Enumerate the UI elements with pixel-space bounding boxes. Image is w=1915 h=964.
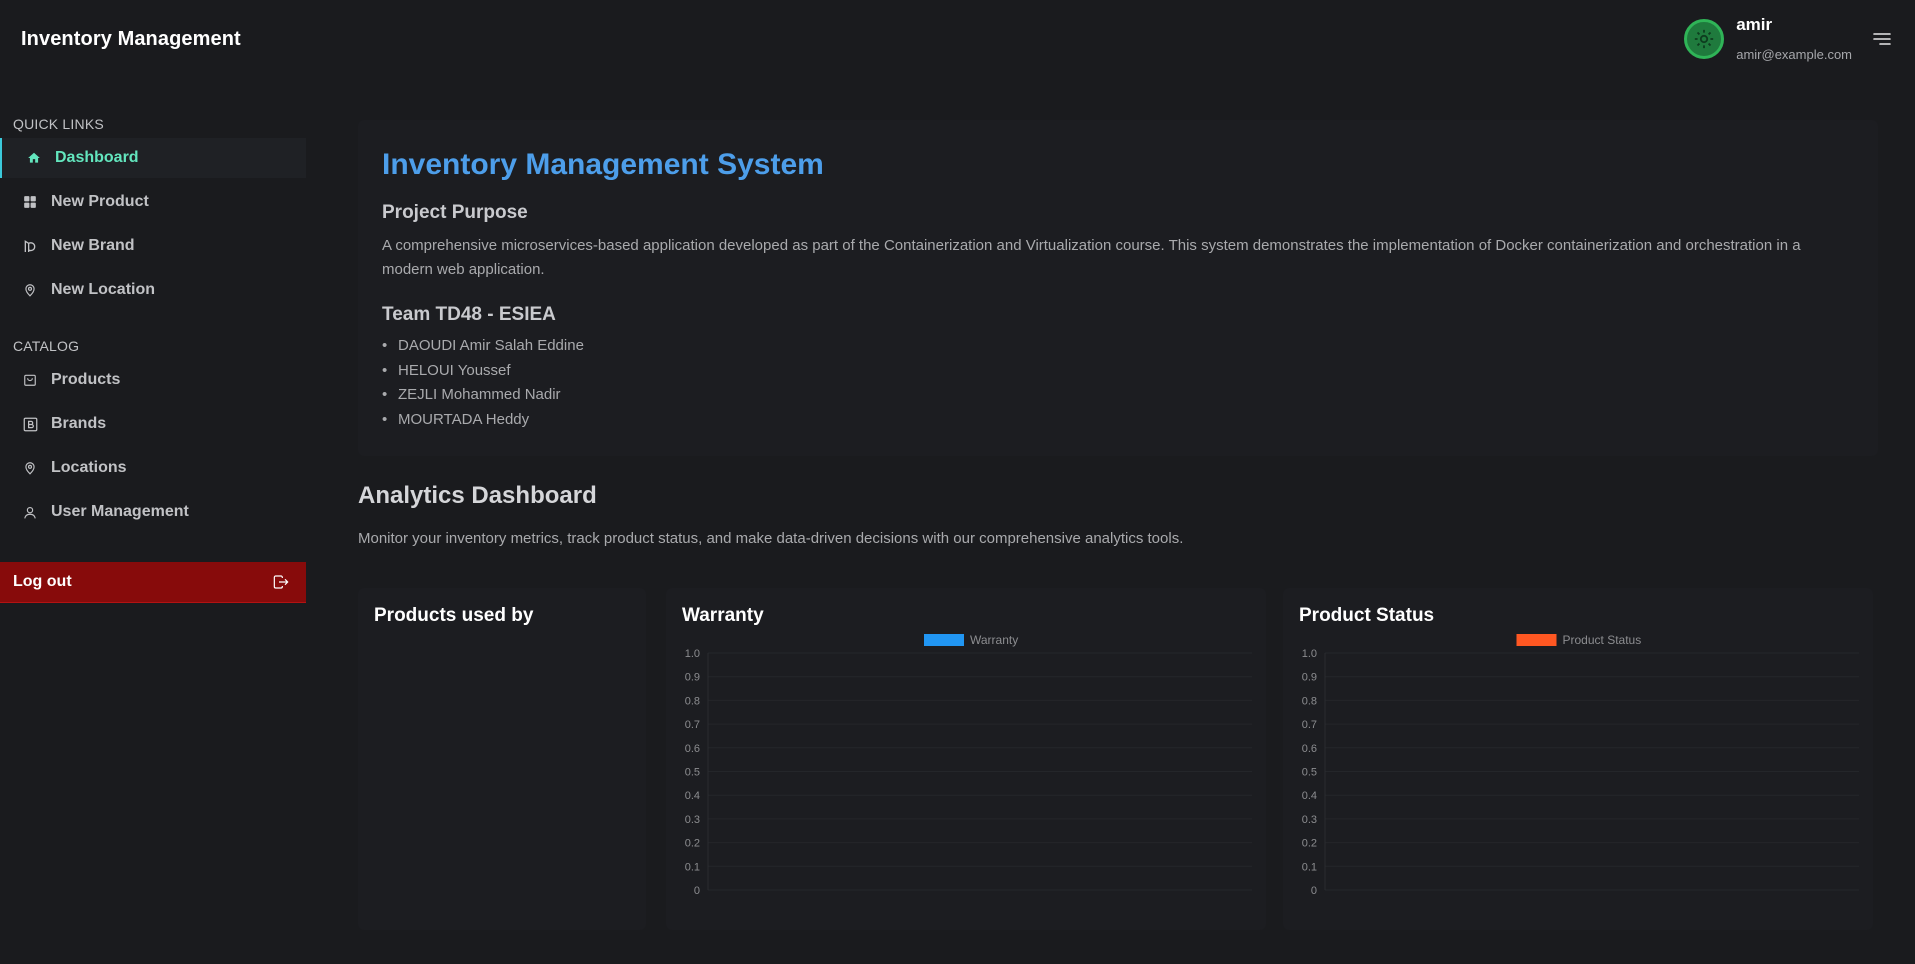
y-tick-label: 0.3: [1302, 814, 1317, 826]
menu-button[interactable]: [1870, 27, 1894, 51]
y-tick-label: 0: [1311, 885, 1317, 897]
warranty-chart-card: Warranty Warranty 1.0 0.9 0.8 0.7 0.6 0.5 0.4 0.…: [666, 588, 1266, 930]
y-tick-label: 0.7: [685, 719, 700, 731]
y-tick-label: 0.9: [685, 672, 700, 684]
y-tick-label: 0.4: [685, 790, 700, 802]
products-used-by-card: Products used by: [358, 588, 646, 930]
user-icon: [22, 504, 38, 520]
y-tick-label: 0.5: [685, 767, 700, 779]
analytics-title: Analytics Dashboard: [358, 482, 597, 509]
user-info: amir amir@example.com: [1736, 14, 1852, 64]
sidebar-item-new-product[interactable]: New Product: [0, 182, 306, 222]
legend-label[interactable]: Product Status: [1563, 633, 1642, 647]
avatar-gear-icon: [1695, 29, 1714, 49]
sidebar-item-label: Locations: [51, 459, 127, 476]
y-tick-label: 0.4: [1302, 790, 1317, 802]
warranty-chart: Warranty 1.0 0.9 0.8 0.7 0.6 0.5 0.4 0.3 0.2 0.1 0: [685, 633, 1252, 897]
sidebar-item-label: Brands: [51, 415, 107, 432]
quick-links-label: QUICK LINKS: [13, 116, 104, 132]
sidebar-item-label: New Brand: [51, 237, 135, 254]
legend-swatch[interactable]: [924, 634, 964, 646]
sidebar-item-user-management[interactable]: User Management: [0, 492, 306, 532]
team-member: MOURTADA Heddy: [382, 408, 1854, 433]
b-box-icon: [22, 416, 38, 432]
page-title: Inventory Management System: [382, 148, 824, 181]
logout-icon: [273, 575, 289, 589]
sidebar: QUICK LINKS Dashboard New Product New Br…: [0, 78, 306, 532]
app-title: Inventory Management: [21, 27, 241, 50]
y-tick-label: 0.5: [1302, 767, 1317, 779]
y-tick-label: 0.8: [685, 695, 700, 707]
sidebar-item-label: Products: [51, 371, 121, 388]
user-area[interactable]: amir amir@example.com: [1684, 14, 1894, 64]
logout-label: Log out: [13, 573, 72, 590]
legend-label[interactable]: Warranty: [970, 633, 1018, 647]
purpose-heading: Project Purpose: [382, 202, 528, 223]
sidebar-item-new-location[interactable]: New Location: [0, 270, 306, 310]
analytics-description: Monitor your inventory metrics, track pr…: [358, 530, 1184, 547]
hamburger-icon: [1873, 33, 1891, 45]
y-tick-label: 1.0: [1302, 648, 1317, 660]
sidebar-item-label: Dashboard: [55, 149, 139, 166]
intro-card: Inventory Management System Project Purp…: [358, 120, 1878, 456]
y-tick-label: 0.2: [1302, 838, 1317, 850]
sidebar-item-locations[interactable]: Locations: [0, 448, 306, 488]
y-tick-label: 0.9: [1302, 672, 1317, 684]
sidebar-item-label: New Location: [51, 281, 156, 298]
brand-icon: [22, 238, 38, 254]
y-tick-label: 0.2: [685, 838, 700, 850]
y-tick-label: 0.7: [1302, 719, 1317, 731]
avatar[interactable]: [1684, 19, 1725, 59]
top-header: Inventory Management amir amir@example.c…: [0, 0, 1915, 78]
y-tick-label: 0.1: [685, 861, 700, 873]
y-tick-label: 1.0: [685, 648, 700, 660]
team-list: DAOUDI Amir Salah Eddine HELOUI Youssef …: [382, 334, 1854, 432]
sidebar-item-label: User Management: [51, 503, 189, 520]
sidebar-item-brands[interactable]: Brands: [0, 404, 306, 444]
sidebar-item-new-brand[interactable]: New Brand: [0, 226, 306, 266]
sidebar-item-products[interactable]: Products: [0, 360, 306, 400]
y-tick-label: 0.3: [685, 814, 700, 826]
grid-icon: [22, 194, 38, 210]
user-email: amir@example.com: [1736, 47, 1852, 62]
legend-swatch[interactable]: [1516, 634, 1557, 646]
product-status-chart-card: Product Status Product Status 1.0 0.9 0.8 0.…: [1283, 588, 1873, 930]
user-name: amir: [1736, 15, 1773, 34]
sidebar-item-label: New Product: [51, 193, 149, 210]
catalog-label: CATALOG: [13, 338, 80, 354]
y-tick-label: 0.8: [1302, 695, 1317, 707]
bag-icon: [22, 372, 38, 388]
purpose-text: A comprehensive microservices-based appl…: [382, 237, 1801, 278]
product-status-chart: Product Status 1.0 0.9 0.8 0.7 0.6 0.5 0.4 0.3 0.…: [1302, 633, 1859, 897]
team-member: ZEJLI Mohammed Nadir: [382, 383, 1854, 408]
map-pin-icon: [22, 460, 38, 476]
logout-button[interactable]: Log out: [0, 562, 306, 603]
map-pin-icon: [22, 282, 38, 298]
y-tick-label: 0.1: [1302, 861, 1317, 873]
team-member: DAOUDI Amir Salah Eddine: [382, 334, 1854, 359]
y-tick-label: 0: [694, 885, 700, 897]
y-tick-label: 0.6: [685, 743, 700, 755]
y-tick-label: 0.6: [1302, 743, 1317, 755]
products-used-by-title: Products used by: [374, 605, 534, 626]
home-icon: [26, 150, 42, 166]
team-heading: Team TD48 - ESIEA: [382, 304, 556, 325]
sidebar-item-dashboard[interactable]: Dashboard: [0, 138, 306, 178]
team-member: HELOUI Youssef: [382, 359, 1854, 384]
